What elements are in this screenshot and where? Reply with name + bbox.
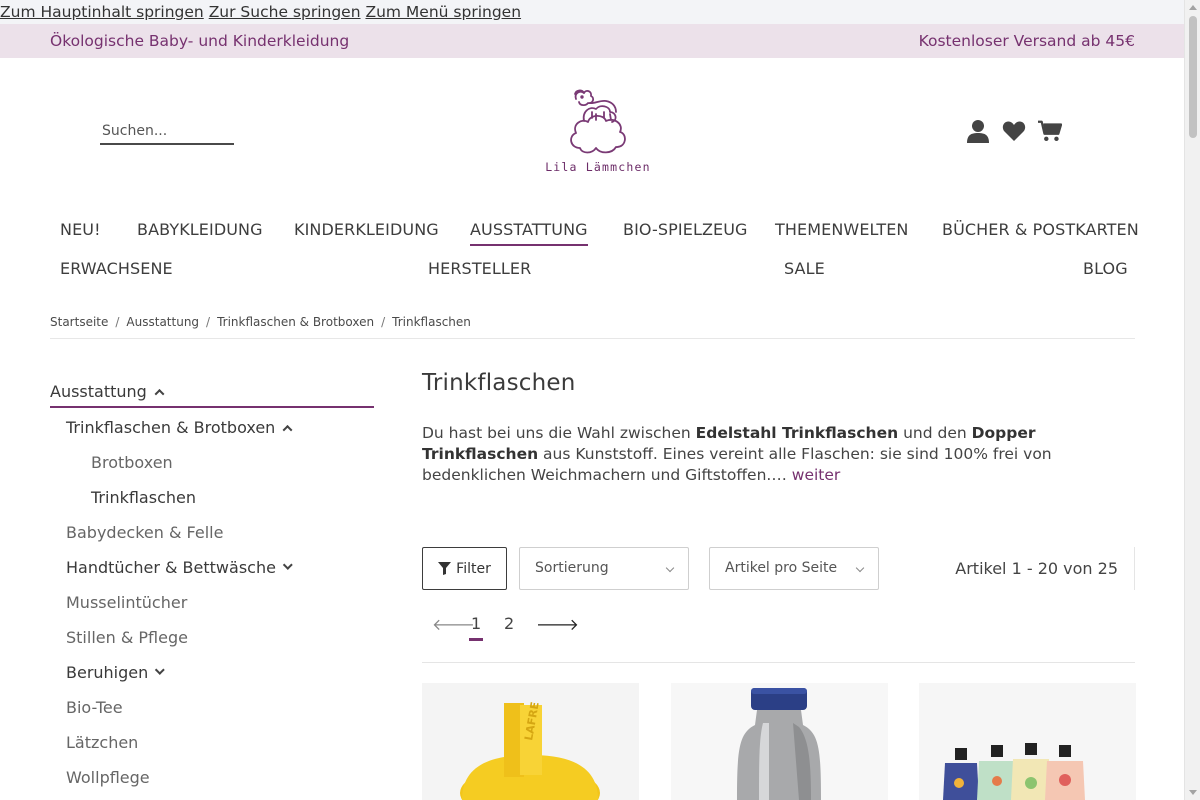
per-page-select-label: Artikel pro Seite (725, 560, 838, 576)
chevron-down-icon (282, 560, 293, 570)
scrollbar-thumb[interactable] (1189, 16, 1197, 138)
sidebar-item-brotboxen[interactable]: Brotboxen (91, 453, 173, 472)
desc-text: Du hast bei uns die Wahl zwischen (422, 424, 696, 442)
cart-button[interactable] (1038, 118, 1062, 144)
product-card[interactable] (671, 683, 888, 800)
search-box (100, 120, 234, 145)
product-grid: LAFRE (422, 683, 1136, 800)
sidebar-item-babydecken-felle[interactable]: Babydecken & Felle (66, 523, 223, 542)
site-logo[interactable]: Lila Lämmchen (543, 84, 653, 184)
breadcrumb-current: Trinkflaschen (392, 315, 471, 329)
main-content: Trinkflaschen Du hast bei uns die Wahl z… (422, 370, 1135, 484)
nav-item-erwachsene[interactable]: ERWACHSENE (60, 259, 173, 278)
nav-item-blog[interactable]: BLOG (1083, 259, 1128, 278)
sidebar-heading-label: Ausstattung (50, 382, 147, 401)
nav-row-2: ERWACHSENE HERSTELLER SALE BLOG (50, 249, 1135, 288)
logo-brand-text: Lila Lämmchen (545, 160, 651, 174)
breadcrumb-trinkflaschen-brotboxen[interactable]: Trinkflaschen & Brotboxen (217, 315, 374, 329)
chevron-up-icon (154, 388, 165, 399)
breadcrumb-ausstattung[interactable]: Ausstattung (126, 315, 199, 329)
breadcrumb-divider (50, 338, 1135, 339)
product-image-steel-bottle (671, 683, 888, 800)
sidebar-item-beruhigen[interactable]: Beruhigen (66, 663, 166, 682)
skip-to-search-link[interactable]: Zur Suche springen (209, 3, 361, 21)
heart-icon (1002, 121, 1026, 141)
chevron-up-icon (282, 424, 293, 435)
desc-text: und den (898, 424, 972, 442)
sidebar-heading-ausstattung[interactable]: Ausstattung (50, 372, 374, 408)
product-toolbar: Filter Sortierung Artikel pro Seite Arti… (422, 547, 1135, 590)
pagination-divider (422, 662, 1135, 663)
breadcrumb: Startseite / Ausstattung / Trinkflaschen & B… (50, 315, 471, 329)
sidebar-item-label: Beruhigen (66, 663, 149, 682)
filter-button-label: Filter (456, 560, 491, 577)
sort-select-label: Sortierung (535, 560, 609, 576)
sort-select[interactable]: Sortierung (519, 547, 689, 590)
nav-item-buecher-postkarten[interactable]: BÜCHER & POSTKARTEN (942, 220, 1139, 239)
product-image-kids-bottles (919, 683, 1136, 800)
sidebar-item-wollpflege[interactable]: Wollpflege (66, 768, 150, 787)
topbar-tagline: Ökologische Baby- und Kinderkleidung (50, 32, 350, 50)
sidebar-item-bio-tee[interactable]: Bio-Tee (66, 698, 123, 717)
pagination-page-2[interactable]: 2 (504, 614, 514, 633)
user-icon (967, 120, 989, 143)
search-input[interactable] (100, 120, 234, 142)
top-bar: Ökologische Baby- und Kinderkleidung Kos… (0, 24, 1184, 58)
skip-to-menu-link[interactable]: Zum Menü springen (365, 3, 521, 21)
nav-item-hersteller[interactable]: HERSTELLER (428, 259, 531, 278)
nav-item-babykleidung[interactable]: BABYKLEIDUNG (137, 220, 263, 239)
main-navigation: NEU! BABYKLEIDUNG KINDERKLEIDUNG AUSSTAT… (50, 210, 1139, 288)
sidebar-item-handtuecher-bettwaesche[interactable]: Handtücher & Bettwäsche (66, 558, 293, 577)
scroll-up-arrow-icon[interactable] (1189, 5, 1197, 10)
filter-funnel-icon (438, 562, 452, 575)
sidebar-item-laetzchen[interactable]: Lätzchen (66, 733, 138, 752)
pagination-prev-arrow-icon[interactable]: 🡐 (432, 614, 475, 634)
chevron-down-icon (665, 563, 675, 573)
desc-bold-edelstahl: Edelstahl Trinkflaschen (695, 424, 899, 442)
category-sidebar: Ausstattung Trinkflaschen & Brotboxen Br… (50, 372, 374, 787)
nav-item-themenwelten[interactable]: THEMENWELTEN (775, 220, 909, 239)
breadcrumb-separator: / (206, 315, 211, 329)
nav-row-1: NEU! BABYKLEIDUNG KINDERKLEIDUNG AUSSTAT… (50, 210, 1139, 249)
chevron-down-icon (155, 665, 166, 675)
skip-links: Zum Hauptinhalt springen Zur Suche sprin… (0, 0, 1184, 24)
nav-item-kinderkleidung[interactable]: KINDERKLEIDUNG (294, 220, 439, 239)
category-description: Du hast bei uns die Wahl zwischen Edelst… (422, 423, 1135, 486)
sidebar-item-label: Handtücher & Bettwäsche (66, 558, 276, 577)
nav-item-neu[interactable]: NEU! (60, 220, 101, 239)
nav-item-bio-spielzeug[interactable]: BIO-SPIELZEUG (623, 220, 748, 239)
sidebar-item-label: Trinkflaschen & Brotboxen (66, 418, 276, 437)
account-button[interactable] (966, 118, 990, 144)
topbar-shipping-info: Kostenloser Versand ab 45€ (918, 32, 1135, 50)
per-page-select[interactable]: Artikel pro Seite (709, 547, 879, 590)
cart-icon (1038, 120, 1062, 142)
article-count: Artikel 1 - 20 von 25 (955, 547, 1135, 590)
breadcrumb-separator: / (115, 315, 120, 329)
product-card[interactable] (919, 683, 1136, 800)
chevron-down-icon (855, 563, 865, 573)
breadcrumb-separator: / (381, 315, 386, 329)
product-card[interactable]: LAFRE (422, 683, 639, 800)
lamb-on-cloud-icon (570, 89, 626, 154)
nav-item-ausstattung[interactable]: AUSSTATTUNG (470, 220, 588, 246)
wishlist-button[interactable] (1002, 118, 1026, 144)
pagination-page-1[interactable]: 1 (468, 614, 484, 641)
page-title: Trinkflaschen (422, 370, 576, 396)
product-image-bottle-cap: LAFRE (422, 683, 639, 800)
page-scrollbar[interactable] (1184, 0, 1200, 800)
filter-button[interactable]: Filter (422, 547, 507, 590)
read-more-link[interactable]: weiter (792, 466, 841, 484)
skip-to-main-link[interactable]: Zum Hauptinhalt springen (0, 3, 204, 21)
header-actions (966, 118, 1062, 144)
breadcrumb-startseite[interactable]: Startseite (50, 315, 108, 329)
sidebar-item-trinkflaschen[interactable]: Trinkflaschen (91, 488, 196, 507)
sidebar-item-musselintuecher[interactable]: Musselintücher (66, 593, 187, 612)
pagination-next-arrow-icon[interactable]: 🡒 (536, 614, 579, 634)
sidebar-item-trinkflaschen-brotboxen[interactable]: Trinkflaschen & Brotboxen (66, 418, 293, 437)
scroll-down-arrow-icon[interactable] (1189, 790, 1197, 795)
sidebar-item-stillen-pflege[interactable]: Stillen & Pflege (66, 628, 188, 647)
nav-item-sale[interactable]: SALE (784, 259, 825, 278)
